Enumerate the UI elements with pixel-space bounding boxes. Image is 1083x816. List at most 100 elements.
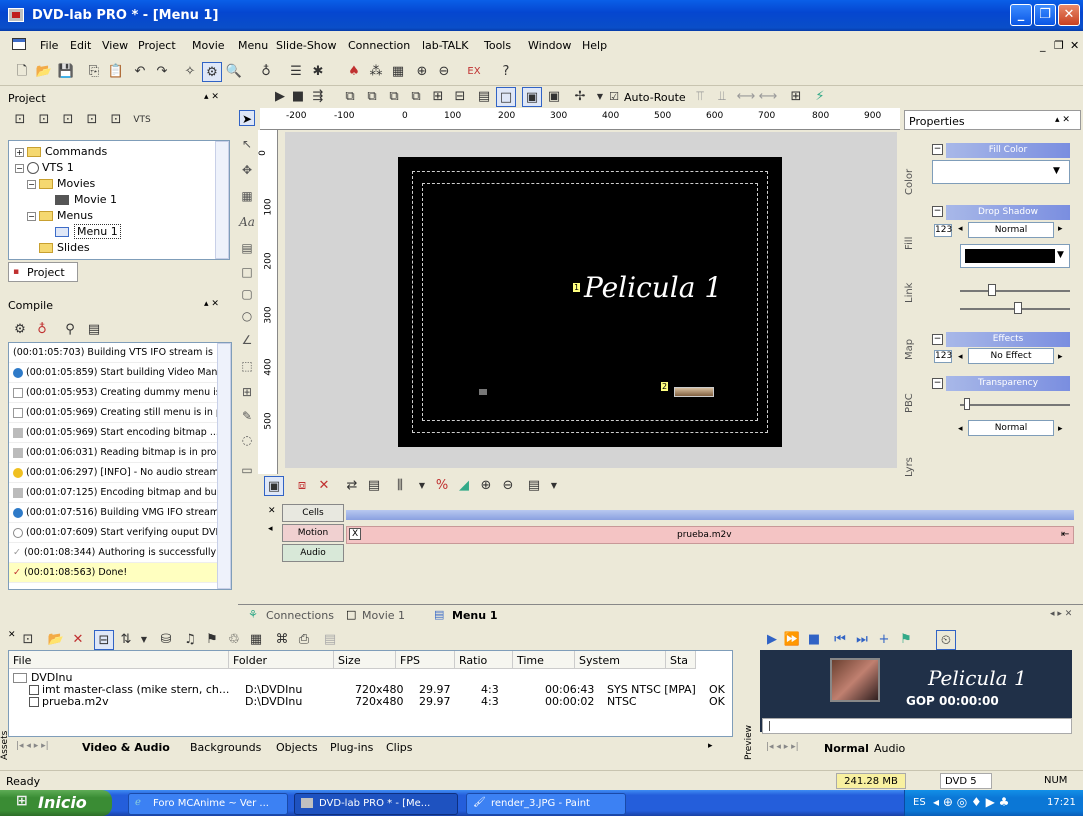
maximize-button[interactable]: ❐ [1034, 4, 1056, 26]
tree-menus[interactable]: − Menus [27, 209, 93, 222]
wizard-icon[interactable]: ✧ [180, 62, 200, 82]
assets-tool7-icon[interactable]: ⎙ [294, 630, 314, 650]
mdi-minimize-button[interactable]: _ [1040, 39, 1046, 52]
fill-color-picker[interactable]: ▼ [932, 160, 1070, 184]
shadow-color-picker[interactable]: ▼ [960, 244, 1070, 268]
pointer-tool-icon[interactable]: ➤ [239, 110, 255, 126]
assets-hscroll-right[interactable]: ▸ [708, 741, 713, 751]
assets-delete-icon[interactable]: ✕ [68, 630, 88, 650]
image-toggle-icon[interactable]: ▣ [522, 87, 542, 107]
menu-view-icon[interactable]: ▣ [264, 476, 284, 496]
preview-tab-nav[interactable]: |◂ ◂ ▸ ▸| [766, 742, 799, 752]
link-tool-icon[interactable]: ⊞ [239, 384, 255, 400]
save-icon[interactable]: 💾 [56, 62, 76, 82]
transparency-mode-next[interactable]: ▸ [1058, 424, 1063, 434]
project-add-vts-icon[interactable]: ⊡ [34, 110, 54, 130]
menu-file[interactable]: File [40, 39, 58, 52]
tool-b-icon[interactable]: ⁂ [366, 62, 386, 82]
compile-panel-close[interactable]: ▴ ✕ [204, 299, 219, 309]
tree-movies[interactable]: − Movies [27, 177, 95, 190]
hand-tool-icon[interactable]: ✥ [239, 162, 255, 178]
menu-project[interactable]: Project [138, 39, 176, 52]
project-slides-icon[interactable]: ⊡ [82, 110, 102, 130]
menu-movie[interactable]: Movie [192, 39, 225, 52]
preview-next-icon[interactable]: ⏭ [852, 630, 872, 650]
tab-connections[interactable]: Connections [266, 609, 334, 622]
cells-row-label[interactable]: Cells [282, 504, 344, 522]
export-icon[interactable]: ▤ [524, 476, 544, 496]
table-row[interactable]: prueba.m2v [29, 695, 229, 708]
assets-sort-icon[interactable]: ⇅ [116, 630, 136, 650]
drop-shadow-collapse[interactable]: − [932, 206, 943, 217]
preview-prev-icon[interactable]: ⏮ [830, 630, 850, 650]
frame-tool-icon[interactable]: ▭ [239, 462, 255, 478]
assets-tool2-icon[interactable]: ♫ [180, 630, 200, 650]
project-tree-scrollbar[interactable] [215, 141, 229, 259]
motion-track[interactable]: X prueba.m2v ⇤ [346, 526, 1074, 544]
line-tool-icon[interactable]: ∠ [239, 332, 255, 348]
preview-chapter-icon[interactable]: ⚑ [896, 630, 916, 650]
preview-clock-icon[interactable]: ⏲ [936, 630, 956, 650]
chart-icon[interactable]: ◢ [454, 476, 474, 496]
fill-color-dropdown-icon[interactable]: ▼ [1053, 166, 1060, 176]
col-size[interactable]: Size [334, 651, 396, 669]
table-icon[interactable]: ▤ [474, 87, 494, 107]
preview-play-icon[interactable]: ▶ [762, 630, 782, 650]
button-tool-icon[interactable]: ▤ [239, 240, 255, 256]
tree-commands[interactable]: + Commands [15, 145, 107, 158]
circle-tool-icon[interactable]: ◌ [239, 432, 255, 448]
compile-doc-icon[interactable]: ▤ [84, 320, 104, 340]
list-icon[interactable]: ☰ [286, 62, 306, 82]
shadow-color-dropdown-icon[interactable]: ▼ [1057, 250, 1064, 260]
compile-search-icon[interactable]: ⚲ [60, 320, 80, 340]
col-time[interactable]: Time [513, 651, 575, 669]
tab-audio[interactable]: Audio [874, 742, 905, 755]
rectangle-tool-icon[interactable]: □ [239, 264, 255, 280]
tab-link[interactable]: Link [904, 278, 922, 308]
assets-tool1-icon[interactable]: ⛁ [156, 630, 176, 650]
undo-icon[interactable]: ↶ [130, 62, 150, 82]
image-tool-icon[interactable]: ▦ [239, 188, 255, 204]
canvas-zoom-out-icon[interactable]: ⊖ [498, 476, 518, 496]
assets-tool4-icon[interactable]: ♲ [224, 630, 244, 650]
mdi-restore-button[interactable]: ❐ [1054, 39, 1064, 52]
layer4-icon[interactable]: ⧉ [406, 87, 426, 107]
transparency-mode-prev[interactable]: ◂ [958, 424, 963, 434]
taskbar-item-paint[interactable]: 🖌 render_3.JPG - Paint [466, 793, 626, 815]
minimize-button[interactable]: _ [1010, 4, 1032, 26]
assets-tool8-icon[interactable]: ▤ [320, 630, 340, 650]
language-indicator[interactable]: ES [913, 797, 926, 808]
assets-tab-nav[interactable]: |◂ ◂ ▸ ▸| [16, 741, 49, 751]
col-file[interactable]: File [9, 651, 229, 669]
layer3-icon[interactable]: ⧉ [384, 87, 404, 107]
menu-page[interactable]: 1 Pelicula 1 2 [398, 157, 782, 447]
grid2-icon[interactable]: ⊟ [450, 87, 470, 107]
distribute-icon[interactable]: ⟷ [736, 87, 756, 107]
audio-row-label[interactable]: Audio [282, 544, 344, 562]
align-bottom-icon[interactable]: ⫫ [712, 87, 732, 107]
menu-slide-show[interactable]: Slide-Show [276, 39, 337, 52]
preview-ff-icon[interactable]: ⏩ [782, 630, 802, 650]
link-button-icon[interactable]: ⇄ [342, 476, 362, 496]
menu-title-text[interactable]: Pelicula 1 [584, 271, 722, 304]
timeline-arrow-icon[interactable]: ◂ [268, 524, 273, 534]
zoom-in-icon[interactable]: ⊕ [412, 62, 432, 82]
distribute2-icon[interactable]: ⟷ [758, 87, 778, 107]
compile-check-icon[interactable]: ⚙ [10, 320, 30, 340]
layer-icon[interactable]: ⧉ [340, 87, 360, 107]
menu-tools[interactable]: Tools [484, 39, 511, 52]
project-vts-icon[interactable]: VTS [132, 110, 152, 130]
tab-plug-ins[interactable]: Plug-ins [330, 741, 373, 754]
properties-close[interactable]: ▴ ✕ [1055, 115, 1070, 125]
tree-menu-1[interactable]: Menu 1 [55, 224, 121, 239]
motion-row-label[interactable]: Motion [282, 524, 344, 542]
shadow-slider-2-thumb[interactable] [1014, 302, 1022, 314]
remove-button-icon[interactable]: ✕ [314, 476, 334, 496]
node-tool-icon[interactable]: ↖ [239, 136, 255, 152]
zoom-out-icon[interactable]: ⊖ [434, 62, 454, 82]
shadow-mode-prev[interactable]: ◂ [958, 224, 963, 234]
align-icon[interactable]: ⇶ [308, 87, 328, 107]
grid-snap-icon[interactable]: ⊞ [786, 87, 806, 107]
preview-add-icon[interactable]: + [874, 630, 894, 650]
canvas-zoom-in-icon[interactable]: ⊕ [476, 476, 496, 496]
